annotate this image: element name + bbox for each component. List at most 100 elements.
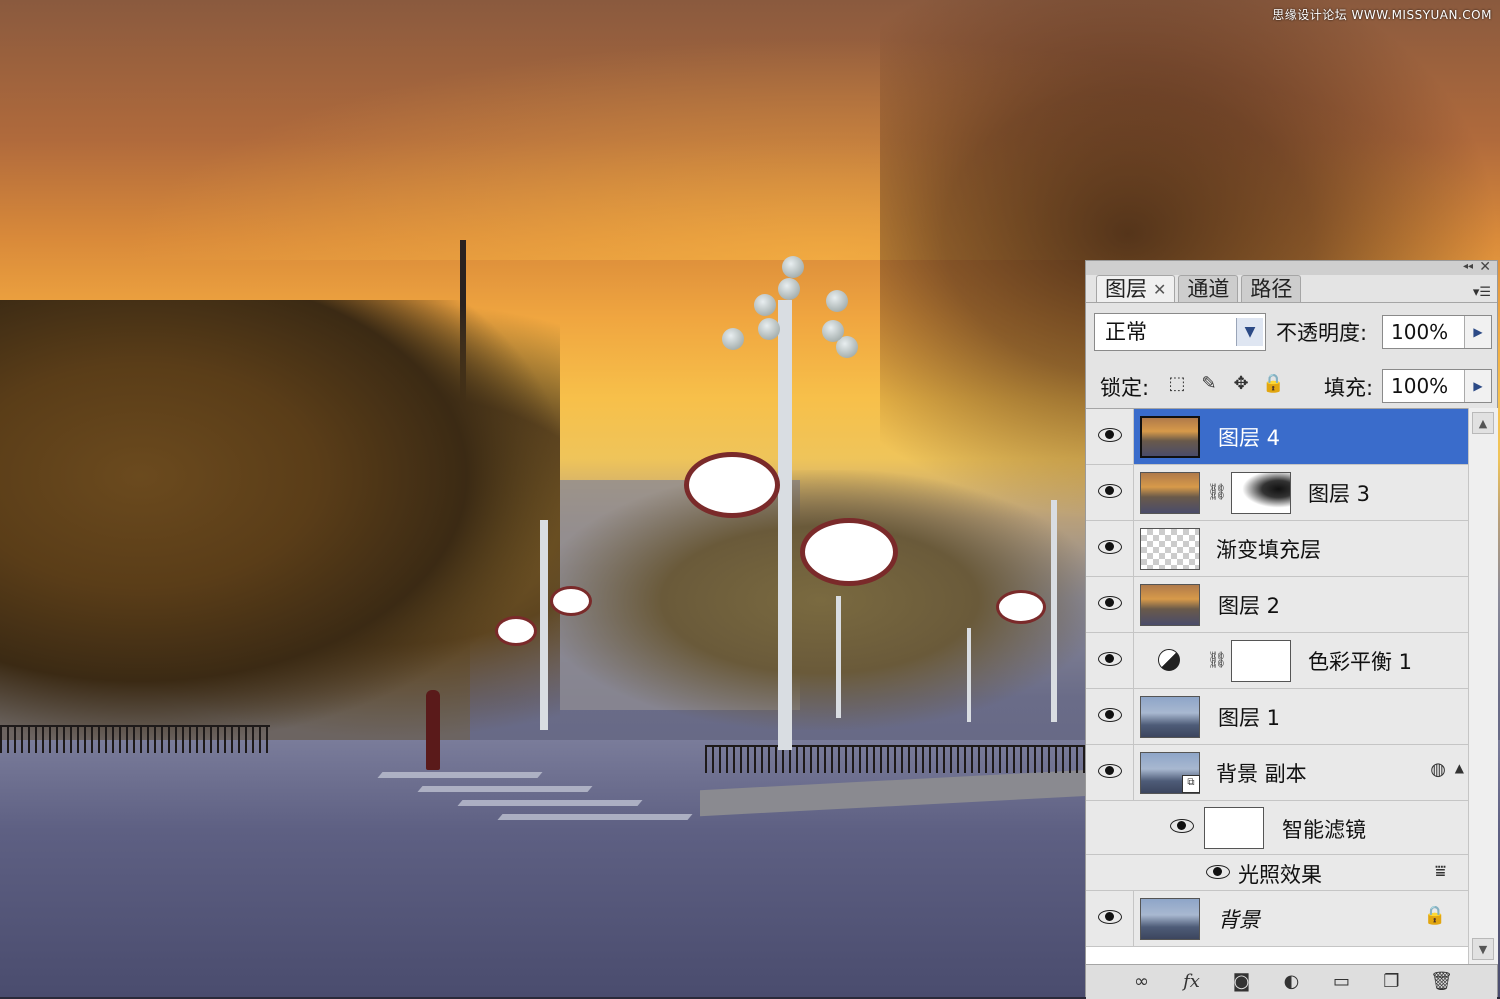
layer-name[interactable]: 图层 3 [1308, 478, 1370, 508]
layer-name[interactable]: 光照效果 [1238, 859, 1322, 889]
layer-name[interactable]: 智能滤镜 [1282, 814, 1366, 844]
smart-filter-icon[interactable]: ◍ [1430, 759, 1446, 780]
chevron-right-icon[interactable]: ▶ [1464, 316, 1491, 348]
scroll-up-icon[interactable]: ▲ [1472, 412, 1494, 434]
panel-titlebar[interactable]: ◂◂ ✕ [1086, 259, 1497, 275]
chain-link-icon[interactable]: ⛓ [1207, 650, 1227, 669]
mask-icon[interactable]: ◙ [1230, 970, 1254, 994]
lamp-globe [758, 318, 780, 340]
layer-name[interactable]: 图层 4 [1218, 422, 1280, 452]
panel-menu-icon[interactable]: ▾☰ [1473, 285, 1491, 300]
blend-mode-value: 正常 [1105, 320, 1147, 344]
eye-cell-empty [1086, 855, 1134, 890]
lamp-globe [722, 328, 744, 350]
eye-icon[interactable] [1098, 708, 1122, 722]
lamp-globe [826, 290, 848, 312]
layer-thumbnail [1140, 472, 1200, 514]
layer-row-gradient-fill[interactable]: 渐变填充层 [1086, 521, 1468, 577]
layer-name[interactable]: 渐变填充层 [1216, 534, 1321, 564]
lamp-globe [782, 256, 804, 278]
tab-close-icon[interactable]: ✕ [1153, 276, 1166, 303]
layer-row-background-copy[interactable]: ⧉ 背景 副本 ◍ ▲ [1086, 745, 1468, 801]
layer-name[interactable]: 色彩平衡 1 [1308, 646, 1412, 676]
opacity-input[interactable]: 100% ▶ [1382, 315, 1492, 349]
opacity-label: 不透明度: [1276, 321, 1368, 345]
smart-object-icon: ⧉ [1182, 775, 1200, 793]
visibility-toggle[interactable] [1086, 409, 1134, 464]
eye-icon[interactable] [1098, 764, 1122, 778]
eye-icon[interactable] [1098, 540, 1122, 554]
layer-thumbnail [1140, 898, 1200, 940]
adjustment-icon[interactable]: ◐ [1280, 970, 1304, 994]
move-icon[interactable]: ✥ [1230, 373, 1252, 395]
layer-mask-thumbnail[interactable] [1231, 640, 1291, 682]
lock-transparent-icon[interactable]: ⬚ [1166, 373, 1188, 395]
lamp-globe [778, 278, 800, 300]
layer-name[interactable]: 背景 副本 [1216, 758, 1307, 788]
layer-row-1[interactable]: 图层 1 [1086, 689, 1468, 745]
new-layer-icon[interactable]: ❐ [1380, 970, 1404, 994]
visibility-toggle[interactable] [1086, 577, 1134, 632]
layer-row-background[interactable]: 背景 🔒 [1086, 891, 1468, 947]
chevron-down-icon[interactable]: ▼ [1236, 318, 1263, 346]
filter-mask-thumbnail[interactable] [1204, 807, 1264, 849]
eye-icon[interactable] [1098, 484, 1122, 498]
blend-mode-select[interactable]: 正常 ▼ [1094, 313, 1266, 351]
eye-icon[interactable] [1098, 596, 1122, 610]
lock-icon[interactable]: 🔒 [1262, 373, 1284, 395]
visibility-toggle[interactable] [1086, 521, 1134, 576]
trash-icon[interactable]: 🗑 [1430, 970, 1454, 994]
eye-icon[interactable] [1098, 910, 1122, 924]
layer-name[interactable]: 图层 1 [1218, 702, 1280, 732]
brush-icon[interactable]: ✎ [1198, 373, 1220, 395]
visibility-toggle[interactable] [1086, 633, 1134, 688]
lamp-globe [822, 320, 844, 342]
scroll-down-icon[interactable]: ▼ [1472, 938, 1494, 960]
crosswalk-stripe [377, 772, 543, 778]
divider [1086, 302, 1497, 303]
fence-left [0, 725, 270, 753]
collapse-icon[interactable]: ◂◂ [1463, 261, 1473, 272]
eye-cell-empty [1086, 801, 1134, 854]
ad-sign [684, 452, 780, 518]
layer-mask-thumbnail[interactable] [1231, 472, 1291, 514]
layer-name[interactable]: 背景 [1218, 904, 1260, 934]
eye-icon[interactable] [1098, 652, 1122, 666]
layer-row-3[interactable]: ⛓ 图层 3 [1086, 465, 1468, 521]
folder-icon[interactable]: ▭ [1330, 970, 1354, 994]
visibility-toggle[interactable] [1086, 745, 1134, 800]
ad-sign [550, 586, 592, 616]
link-icon[interactable]: ∞ [1130, 970, 1154, 994]
eye-icon[interactable] [1206, 865, 1230, 879]
collapse-arrow-icon[interactable]: ▲ [1455, 761, 1464, 775]
chevron-right-icon[interactable]: ▶ [1464, 370, 1491, 402]
layer-thumbnail [1140, 416, 1200, 458]
layers-scrollbar[interactable]: ▲ ▼ [1468, 408, 1498, 964]
tab-layers[interactable]: 图层 ✕ [1096, 275, 1176, 303]
layer-row-4[interactable]: 图层 4 [1086, 409, 1468, 465]
lamp-post-right [1051, 500, 1057, 722]
tab-channels[interactable]: 通道 [1178, 275, 1239, 302]
fx-icon[interactable]: fx [1180, 970, 1204, 994]
lamp-post-left [540, 520, 548, 730]
crosswalk-stripe [417, 786, 593, 792]
lighting-effects-row[interactable]: 光照效果 ⩸ [1086, 855, 1468, 891]
tab-paths[interactable]: 路径 [1241, 275, 1302, 302]
fill-input[interactable]: 100% ▶ [1382, 369, 1492, 403]
layer-row-color-balance[interactable]: ⛓ 色彩平衡 1 [1086, 633, 1468, 689]
smart-filters-row[interactable]: 智能滤镜 [1086, 801, 1468, 855]
chain-link-icon[interactable]: ⛓ [1207, 482, 1227, 501]
close-icon[interactable]: ✕ [1479, 259, 1491, 275]
crosswalk-stripe [497, 814, 693, 820]
visibility-toggle[interactable] [1086, 891, 1134, 946]
visibility-toggle[interactable] [1086, 689, 1134, 744]
opacity-value: 100% [1391, 320, 1449, 344]
eye-icon[interactable] [1170, 819, 1194, 833]
eye-icon[interactable] [1098, 428, 1122, 442]
layer-name[interactable]: 图层 2 [1218, 590, 1280, 620]
tab-label: 图层 [1105, 276, 1147, 301]
layer-row-2[interactable]: 图层 2 [1086, 577, 1468, 633]
filter-options-icon[interactable]: ⩸ [1435, 861, 1446, 882]
adjustment-layer-icon [1158, 649, 1180, 671]
visibility-toggle[interactable] [1086, 465, 1134, 520]
